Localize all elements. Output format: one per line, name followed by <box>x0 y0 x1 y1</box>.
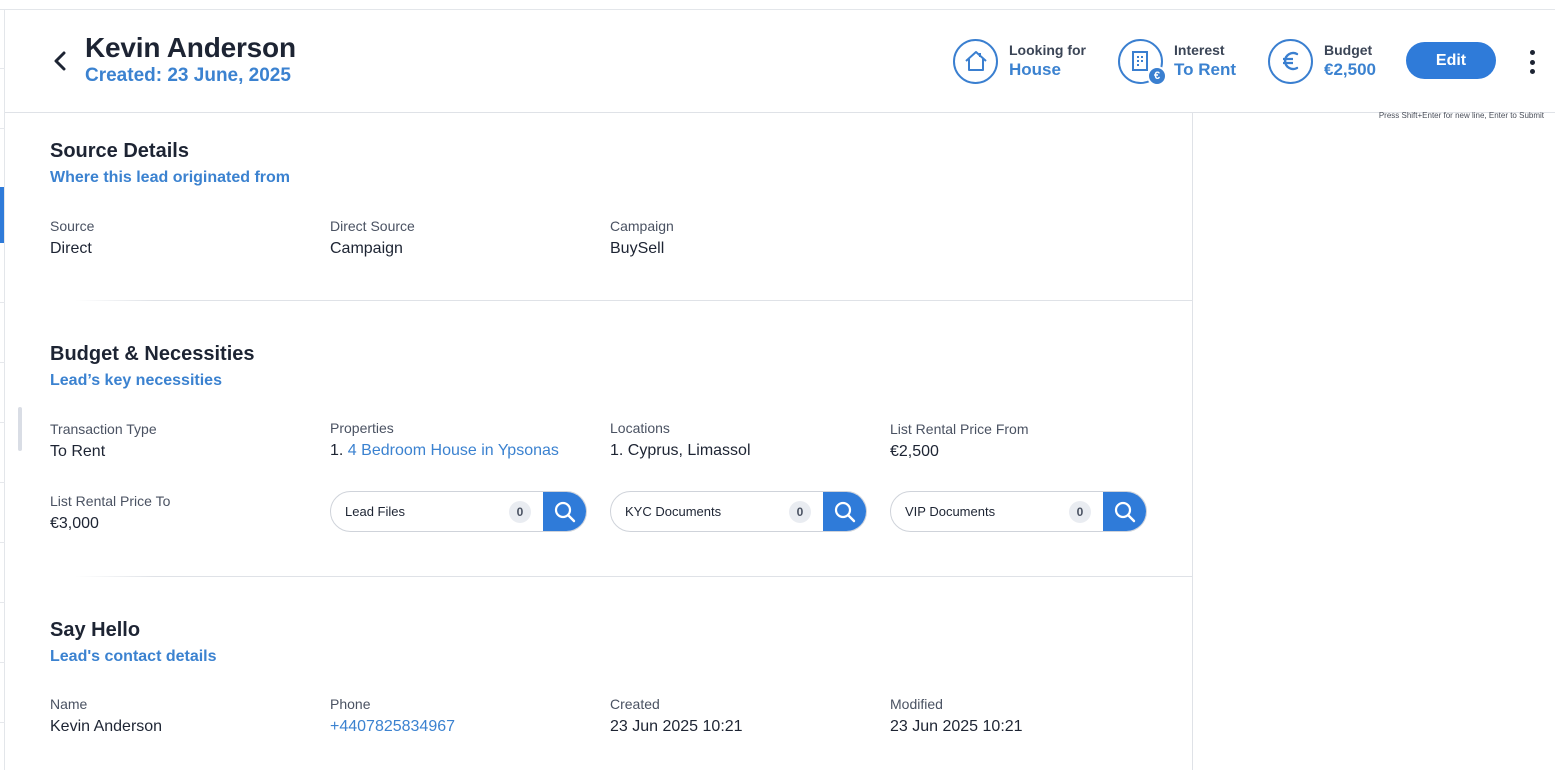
lead-name: Kevin Anderson <box>85 32 296 63</box>
document-count-badge: 0 <box>1069 501 1091 523</box>
section-divider <box>75 576 1193 577</box>
more-options-icon[interactable] <box>1521 47 1543 77</box>
search-button[interactable] <box>823 492 866 531</box>
search-button[interactable] <box>1103 492 1146 531</box>
field-label: Source <box>50 218 95 234</box>
house-icon <box>953 38 998 84</box>
field-label: Modified <box>890 696 943 712</box>
field-label: Direct Source <box>330 218 415 234</box>
field-value: €2,500 <box>890 443 939 460</box>
field-value: Direct <box>50 240 92 257</box>
lead-header: Kevin Anderson Created: 23 June, 2025 Lo… <box>5 10 1555 113</box>
field-label: Phone <box>330 696 371 712</box>
section-subtitle: Lead's contact details <box>50 648 217 665</box>
vip-documents-search[interactable]: VIP Documents 0 <box>890 491 1147 532</box>
section-title: Budget & Necessities <box>50 343 255 365</box>
budget-stat: Budget €2,500 <box>1268 38 1376 84</box>
chevron-left-icon <box>54 51 66 71</box>
field-label: Created <box>610 696 660 712</box>
field-value: To Rent <box>50 443 106 460</box>
price-from-field: List Rental Price From €2,500 <box>890 420 1028 463</box>
source-details-section: Source Details Where this lead originate… <box>50 140 290 187</box>
property-list-item: 1. 4 Bedroom House in Ypsonas <box>330 440 590 462</box>
field-label: Properties <box>330 420 394 436</box>
input-hint: Press Shift+Enter for new line, Enter to… <box>1378 111 1544 120</box>
price-to-field: List Rental Price To €3,000 <box>50 492 170 535</box>
looking-for-stat: Looking for House <box>953 38 1086 84</box>
kyc-documents-search[interactable]: KYC Documents 0 <box>610 491 867 532</box>
phone-field: Phone +4407825834967 <box>330 695 455 738</box>
interest-stat: € Interest To Rent <box>1118 38 1237 86</box>
property-number: 1. <box>330 442 344 459</box>
section-divider <box>75 300 1193 301</box>
direct-source-field: Direct Source Campaign <box>330 217 415 260</box>
section-title: Say Hello <box>50 619 141 641</box>
field-value: Campaign <box>330 240 403 257</box>
lead-details-panel: Source Details Where this lead originate… <box>5 113 1193 770</box>
field-value: 1. Cyprus, Limassol <box>610 442 751 459</box>
section-subtitle: Where this lead originated from <box>50 169 291 186</box>
document-name: VIP Documents <box>905 504 996 519</box>
document-name: KYC Documents <box>625 504 722 519</box>
lead-files-search[interactable]: Lead Files 0 <box>330 491 587 532</box>
interest-label: Interest <box>1174 42 1225 58</box>
search-icon <box>834 501 856 522</box>
field-label: List Rental Price From <box>890 421 1029 437</box>
property-link[interactable]: 4 Bedroom House in Ypsonas <box>348 442 559 459</box>
building-icon: € <box>1118 38 1167 86</box>
interest-value: To Rent <box>1174 60 1237 79</box>
document-count-badge: 0 <box>509 501 531 523</box>
document-count-badge: 0 <box>789 501 811 523</box>
field-value: BuySell <box>610 240 665 257</box>
modified-field: Modified 23 Jun 2025 10:21 <box>890 695 1023 738</box>
field-label: Locations <box>610 420 670 436</box>
field-value: 23 Jun 2025 10:21 <box>610 718 743 735</box>
euro-icon <box>1268 38 1313 84</box>
search-button[interactable] <box>543 492 586 531</box>
source-field: Source Direct <box>50 217 94 260</box>
field-label: Name <box>50 696 88 712</box>
lead-created-date: Created: 23 June, 2025 <box>85 65 291 86</box>
nav-active-indicator[interactable] <box>0 187 4 243</box>
field-label: Transaction Type <box>50 421 157 437</box>
back-button[interactable] <box>49 48 71 74</box>
phone-link[interactable]: +4407825834967 <box>330 716 455 738</box>
document-name: Lead Files <box>345 504 405 519</box>
search-icon <box>554 501 576 522</box>
field-value: Kevin Anderson <box>50 718 163 735</box>
say-hello-section: Say Hello Lead's contact details <box>50 619 217 666</box>
looking-for-label: Looking for <box>1009 42 1086 58</box>
created-field: Created 23 Jun 2025 10:21 <box>610 695 743 738</box>
properties-field: Properties 1. 4 Bedroom House in Ypsonas <box>330 419 590 462</box>
section-subtitle: Lead’s key necessities <box>50 372 222 389</box>
field-label: List Rental Price To <box>50 493 171 509</box>
budget-value: €2,500 <box>1324 60 1376 79</box>
search-icon <box>1114 501 1136 522</box>
field-label: Campaign <box>610 218 674 234</box>
contact-name-field: Name Kevin Anderson <box>50 695 162 738</box>
field-value: €3,000 <box>50 515 99 532</box>
budget-label: Budget <box>1324 42 1373 58</box>
field-value: 23 Jun 2025 10:21 <box>890 718 1023 735</box>
budget-necessities-section: Budget & Necessities Lead’s key necessit… <box>50 343 255 390</box>
edit-button[interactable]: Edit <box>1406 42 1496 79</box>
top-border <box>0 0 1555 10</box>
locations-field: Locations 1. Cyprus, Limassol <box>610 419 751 462</box>
euro-badge-icon: € <box>1147 65 1167 86</box>
looking-for-value: House <box>1009 60 1061 79</box>
section-title: Source Details <box>50 140 189 162</box>
campaign-field: Campaign BuySell <box>610 217 674 260</box>
transaction-type-field: Transaction Type To Rent <box>50 420 157 463</box>
